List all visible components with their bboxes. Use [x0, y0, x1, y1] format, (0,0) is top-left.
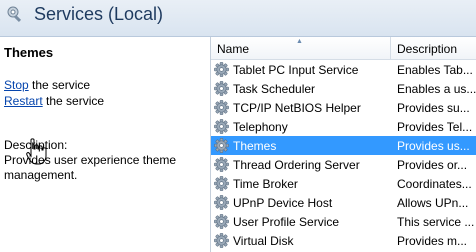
service-description: Allows UPn... — [397, 196, 469, 210]
services-gear-icon — [7, 6, 22, 23]
service-description: Enables Tab... — [397, 63, 473, 77]
stop-service-link[interactable]: Stop — [4, 78, 29, 92]
table-row[interactable]: Time Broker Coordinates... — [211, 174, 476, 193]
service-gear-icon — [214, 176, 229, 191]
table-row[interactable]: Themes Provides us... — [211, 136, 476, 155]
service-gear-icon — [214, 157, 229, 172]
column-header-name[interactable]: Name — [217, 42, 249, 56]
service-description: Provides su... — [397, 101, 470, 115]
table-row[interactable]: Tablet PC Input Service Enables Tab... — [211, 60, 476, 79]
column-divider[interactable] — [390, 37, 391, 59]
table-row[interactable]: Virtual Disk Provides m... — [211, 231, 476, 250]
service-gear-icon — [214, 233, 229, 248]
table-row[interactable]: Task Scheduler Enables a us... — [211, 79, 476, 98]
stop-action: Stop the service — [4, 78, 90, 92]
service-name: Virtual Disk — [233, 234, 294, 248]
restart-action-suffix: the service — [42, 94, 105, 108]
details-pane: Themes Stop the service Restart the serv… — [0, 37, 210, 252]
table-row[interactable]: TCP/IP NetBIOS Helper Provides su... — [211, 98, 476, 117]
service-description: Provides us... — [397, 139, 470, 153]
service-description: Provides Tel... — [397, 120, 473, 134]
service-name: User Profile Service — [233, 215, 340, 229]
description-label: Description: — [4, 138, 68, 152]
service-name: Task Scheduler — [233, 82, 316, 96]
service-name: Thread Ordering Server — [233, 158, 360, 172]
service-name: Themes — [233, 139, 277, 153]
service-name: Telephony — [233, 120, 288, 134]
service-gear-icon — [214, 214, 229, 229]
services-list: ▲ Name Description Tablet PC Input Servi… — [211, 37, 476, 252]
column-header-description[interactable]: Description — [397, 42, 457, 56]
sort-ascending-icon: ▲ — [296, 38, 303, 45]
service-description: Coordinates... — [397, 177, 472, 191]
selected-service-title: Themes — [4, 45, 54, 60]
service-name: TCP/IP NetBIOS Helper — [233, 101, 361, 115]
service-description: Provides or... — [397, 158, 468, 172]
page-title: Services (Local) — [34, 4, 164, 24]
service-gear-icon — [214, 100, 229, 115]
service-name: Tablet PC Input Service — [233, 63, 359, 77]
table-row[interactable]: UPnP Device Host Allows UPn... — [211, 193, 476, 212]
service-gear-icon — [214, 81, 229, 96]
service-description: This service ... — [397, 215, 475, 229]
service-name: Time Broker — [233, 177, 298, 191]
service-gear-icon — [214, 62, 229, 77]
stop-action-suffix: the service — [28, 78, 91, 92]
description-text: Provides user experience theme managemen… — [4, 153, 177, 182]
table-row[interactable]: Telephony Provides Tel... — [211, 117, 476, 136]
table-row[interactable]: User Profile Service This service ... — [211, 212, 476, 231]
table-row[interactable]: Thread Ordering Server Provides or... — [211, 155, 476, 174]
service-name: UPnP Device Host — [233, 196, 333, 210]
console-header: Services (Local) — [0, 0, 476, 37]
service-gear-icon — [214, 138, 229, 153]
restart-action: Restart the service — [4, 94, 104, 108]
service-gear-icon — [214, 119, 229, 134]
service-gear-icon — [214, 195, 229, 210]
service-description: Provides m... — [397, 234, 468, 248]
service-description: Enables a us... — [397, 82, 476, 96]
restart-service-link[interactable]: Restart — [4, 94, 43, 108]
column-header-row: ▲ Name Description — [211, 37, 476, 60]
